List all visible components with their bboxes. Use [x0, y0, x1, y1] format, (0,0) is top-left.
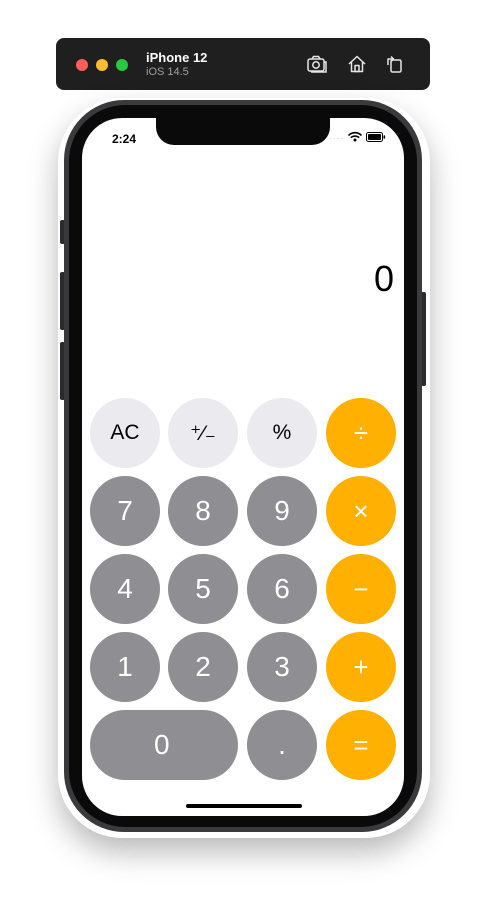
digit-7-button[interactable]: 7 — [90, 476, 160, 546]
home-indicator[interactable] — [186, 804, 302, 808]
minus-button[interactable]: − — [326, 554, 396, 624]
home-icon[interactable] — [346, 53, 368, 75]
keypad: AC ⁺∕₋ % ÷ 7 8 9 × 4 5 6 − 1 2 3 + 0 . = — [82, 118, 404, 816]
digit-9-button[interactable]: 9 — [247, 476, 317, 546]
close-window-button[interactable] — [76, 59, 88, 71]
digit-6-button[interactable]: 6 — [247, 554, 317, 624]
equals-button[interactable]: = — [326, 710, 396, 780]
multiply-button[interactable]: × — [326, 476, 396, 546]
plus-button[interactable]: + — [326, 632, 396, 702]
divide-button[interactable]: ÷ — [326, 398, 396, 468]
percent-button[interactable]: % — [247, 398, 317, 468]
plus-minus-button[interactable]: ⁺∕₋ — [168, 398, 238, 468]
digit-2-button[interactable]: 2 — [168, 632, 238, 702]
rotate-icon[interactable] — [384, 53, 406, 75]
device-os-version: iOS 14.5 — [146, 66, 189, 78]
device-name: iPhone 12 — [146, 50, 208, 65]
phone-screen: 2:24 ···· 0 AC ⁺∕₋ % ÷ 7 8 9 × 4 5 6 − 1… — [82, 118, 404, 816]
digit-1-button[interactable]: 1 — [90, 632, 160, 702]
digit-5-button[interactable]: 5 — [168, 554, 238, 624]
decimal-button[interactable]: . — [247, 710, 317, 780]
screenshot-icon[interactable] — [306, 53, 328, 75]
zoom-window-button[interactable] — [116, 59, 128, 71]
digit-4-button[interactable]: 4 — [90, 554, 160, 624]
digit-0-button[interactable]: 0 — [90, 710, 238, 780]
clear-button[interactable]: AC — [90, 398, 160, 468]
digit-8-button[interactable]: 8 — [168, 476, 238, 546]
minimize-window-button[interactable] — [96, 59, 108, 71]
digit-3-button[interactable]: 3 — [247, 632, 317, 702]
simulator-toolbar: iPhone 12 iOS 14.5 — [56, 38, 430, 90]
